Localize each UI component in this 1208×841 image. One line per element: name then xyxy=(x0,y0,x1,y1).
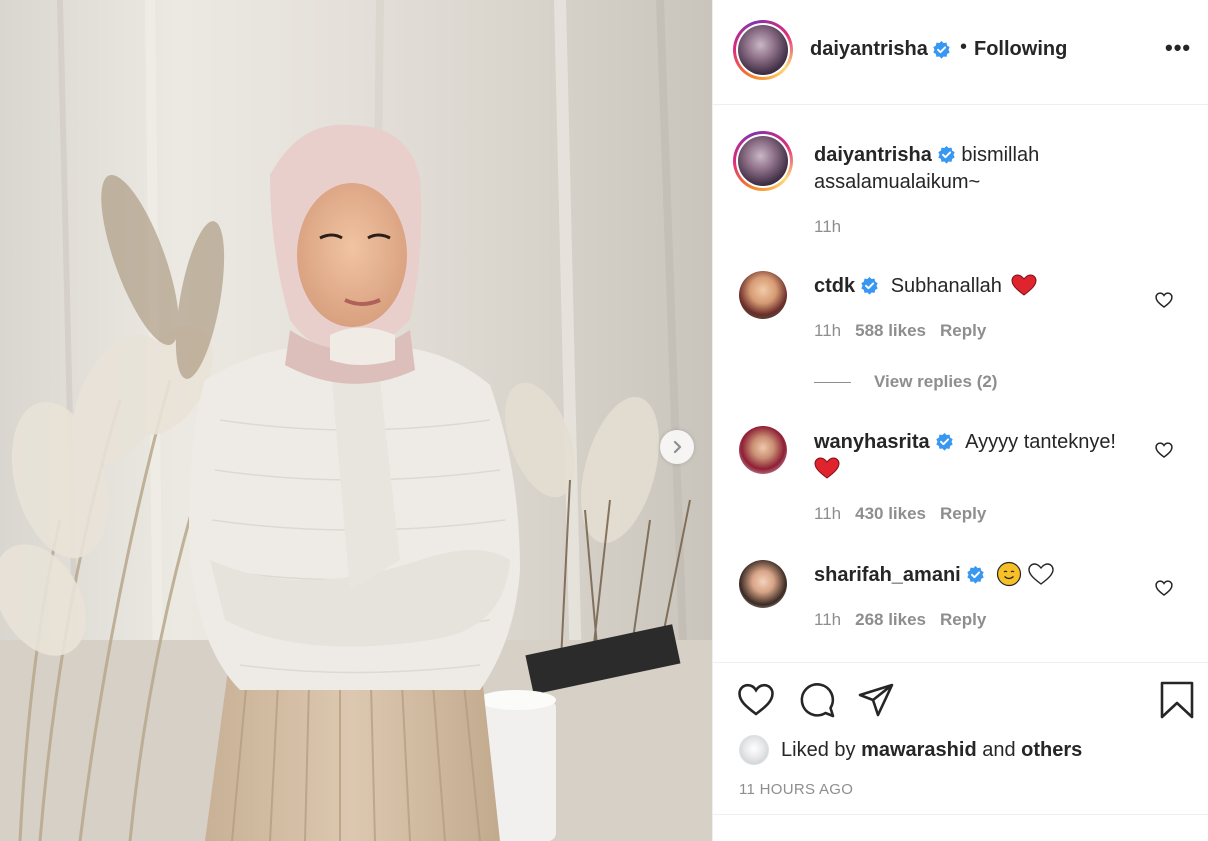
view-replies-label: View replies (2) xyxy=(874,372,998,391)
red-heart-emoji-icon xyxy=(1011,274,1037,296)
reply-button[interactable]: Reply xyxy=(940,610,986,629)
comment-body: ctdk Subhanallah xyxy=(814,273,1144,300)
heart-icon[interactable] xyxy=(1154,440,1174,460)
comment-meta: 11h 430 likes Reply xyxy=(814,504,1000,524)
reply-button[interactable]: Reply xyxy=(940,504,986,523)
smiling-face-emoji-icon xyxy=(997,561,1022,587)
comment-time[interactable]: 11h xyxy=(814,321,841,340)
comment-likes[interactable]: 430 likes xyxy=(855,504,926,523)
post-timestamp[interactable]: 11 HOURS AGO xyxy=(739,781,853,798)
next-photo-button[interactable] xyxy=(660,430,694,464)
comment-box-area[interactable] xyxy=(713,814,1208,841)
caption-username[interactable]: daiyantrisha xyxy=(814,144,932,166)
photo-scene xyxy=(0,0,712,841)
share-icon[interactable] xyxy=(857,681,895,719)
comment-meta: 11h 588 likes Reply xyxy=(814,321,1000,341)
comment-time[interactable]: 11h xyxy=(814,504,841,523)
comment-likes[interactable]: 588 likes xyxy=(855,321,926,340)
comment-meta: 11h 268 likes Reply xyxy=(814,610,1000,630)
commenter-avatar[interactable] xyxy=(739,560,787,608)
verified-badge-icon xyxy=(935,432,953,451)
follow-separator: • xyxy=(960,36,968,58)
comment-time[interactable]: 11h xyxy=(814,610,841,629)
post-header: daiyantrisha • Following ••• xyxy=(713,0,1208,105)
commenter-avatar[interactable] xyxy=(739,426,787,474)
liked-prefix: Liked by xyxy=(781,738,856,761)
comments-list[interactable]: daiyantrisha bismillah assalamualaikum~ … xyxy=(713,106,1208,662)
liked-user[interactable]: mawarashid xyxy=(861,739,977,762)
verified-badge-icon xyxy=(938,145,955,164)
post-actions: Liked by mawarashid and others 11 HOURS … xyxy=(713,662,1208,814)
following-button[interactable]: Following xyxy=(974,38,1067,61)
caption-author-avatar[interactable] xyxy=(733,131,793,191)
comment-username[interactable]: wanyhasrita xyxy=(814,431,930,453)
author-avatar[interactable] xyxy=(733,20,793,80)
red-heart-emoji-icon xyxy=(814,457,840,479)
verified-badge-icon xyxy=(967,565,984,584)
liked-by: Liked by mawarashid and others xyxy=(739,735,1082,765)
replies-divider xyxy=(814,382,851,384)
white-heart-emoji-icon xyxy=(1028,563,1054,585)
post-photo[interactable] xyxy=(0,0,712,841)
comment-username[interactable]: sharifah_amani xyxy=(814,564,961,586)
comment-icon[interactable] xyxy=(798,681,836,719)
reply-button[interactable]: Reply xyxy=(940,321,986,340)
heart-icon[interactable] xyxy=(1154,578,1174,598)
liked-and: and xyxy=(982,738,1016,761)
verified-badge-icon xyxy=(861,276,878,295)
liked-others[interactable]: others xyxy=(1021,739,1082,762)
comment-text: Subhanallah xyxy=(890,275,1002,297)
commenter-avatar[interactable] xyxy=(739,271,787,319)
post-side-panel: daiyantrisha • Following ••• daiyantrish… xyxy=(712,0,1208,841)
caption-time[interactable]: 11h xyxy=(814,217,841,237)
comment-username[interactable]: ctdk xyxy=(814,275,855,297)
liker-avatar[interactable] xyxy=(739,735,769,765)
bookmark-icon[interactable] xyxy=(1158,681,1196,719)
comment-text: Ayyyy tanteknye! xyxy=(965,431,1116,453)
author-username[interactable]: daiyantrisha xyxy=(810,38,928,61)
view-replies-button[interactable]: View replies (2) xyxy=(814,372,997,392)
verified-badge-icon xyxy=(933,40,950,59)
comment-body: sharifah_amani xyxy=(814,561,1144,589)
heart-icon[interactable] xyxy=(1154,290,1174,310)
like-heart-icon[interactable] xyxy=(737,681,775,719)
comment-body: wanyhasrita Ayyyy tanteknye! xyxy=(814,429,1144,483)
caption: daiyantrisha bismillah assalamualaikum~ xyxy=(814,142,1154,196)
comment-likes[interactable]: 268 likes xyxy=(855,610,926,629)
chevron-right-icon xyxy=(673,440,682,454)
more-options-button[interactable]: ••• xyxy=(1165,37,1191,59)
